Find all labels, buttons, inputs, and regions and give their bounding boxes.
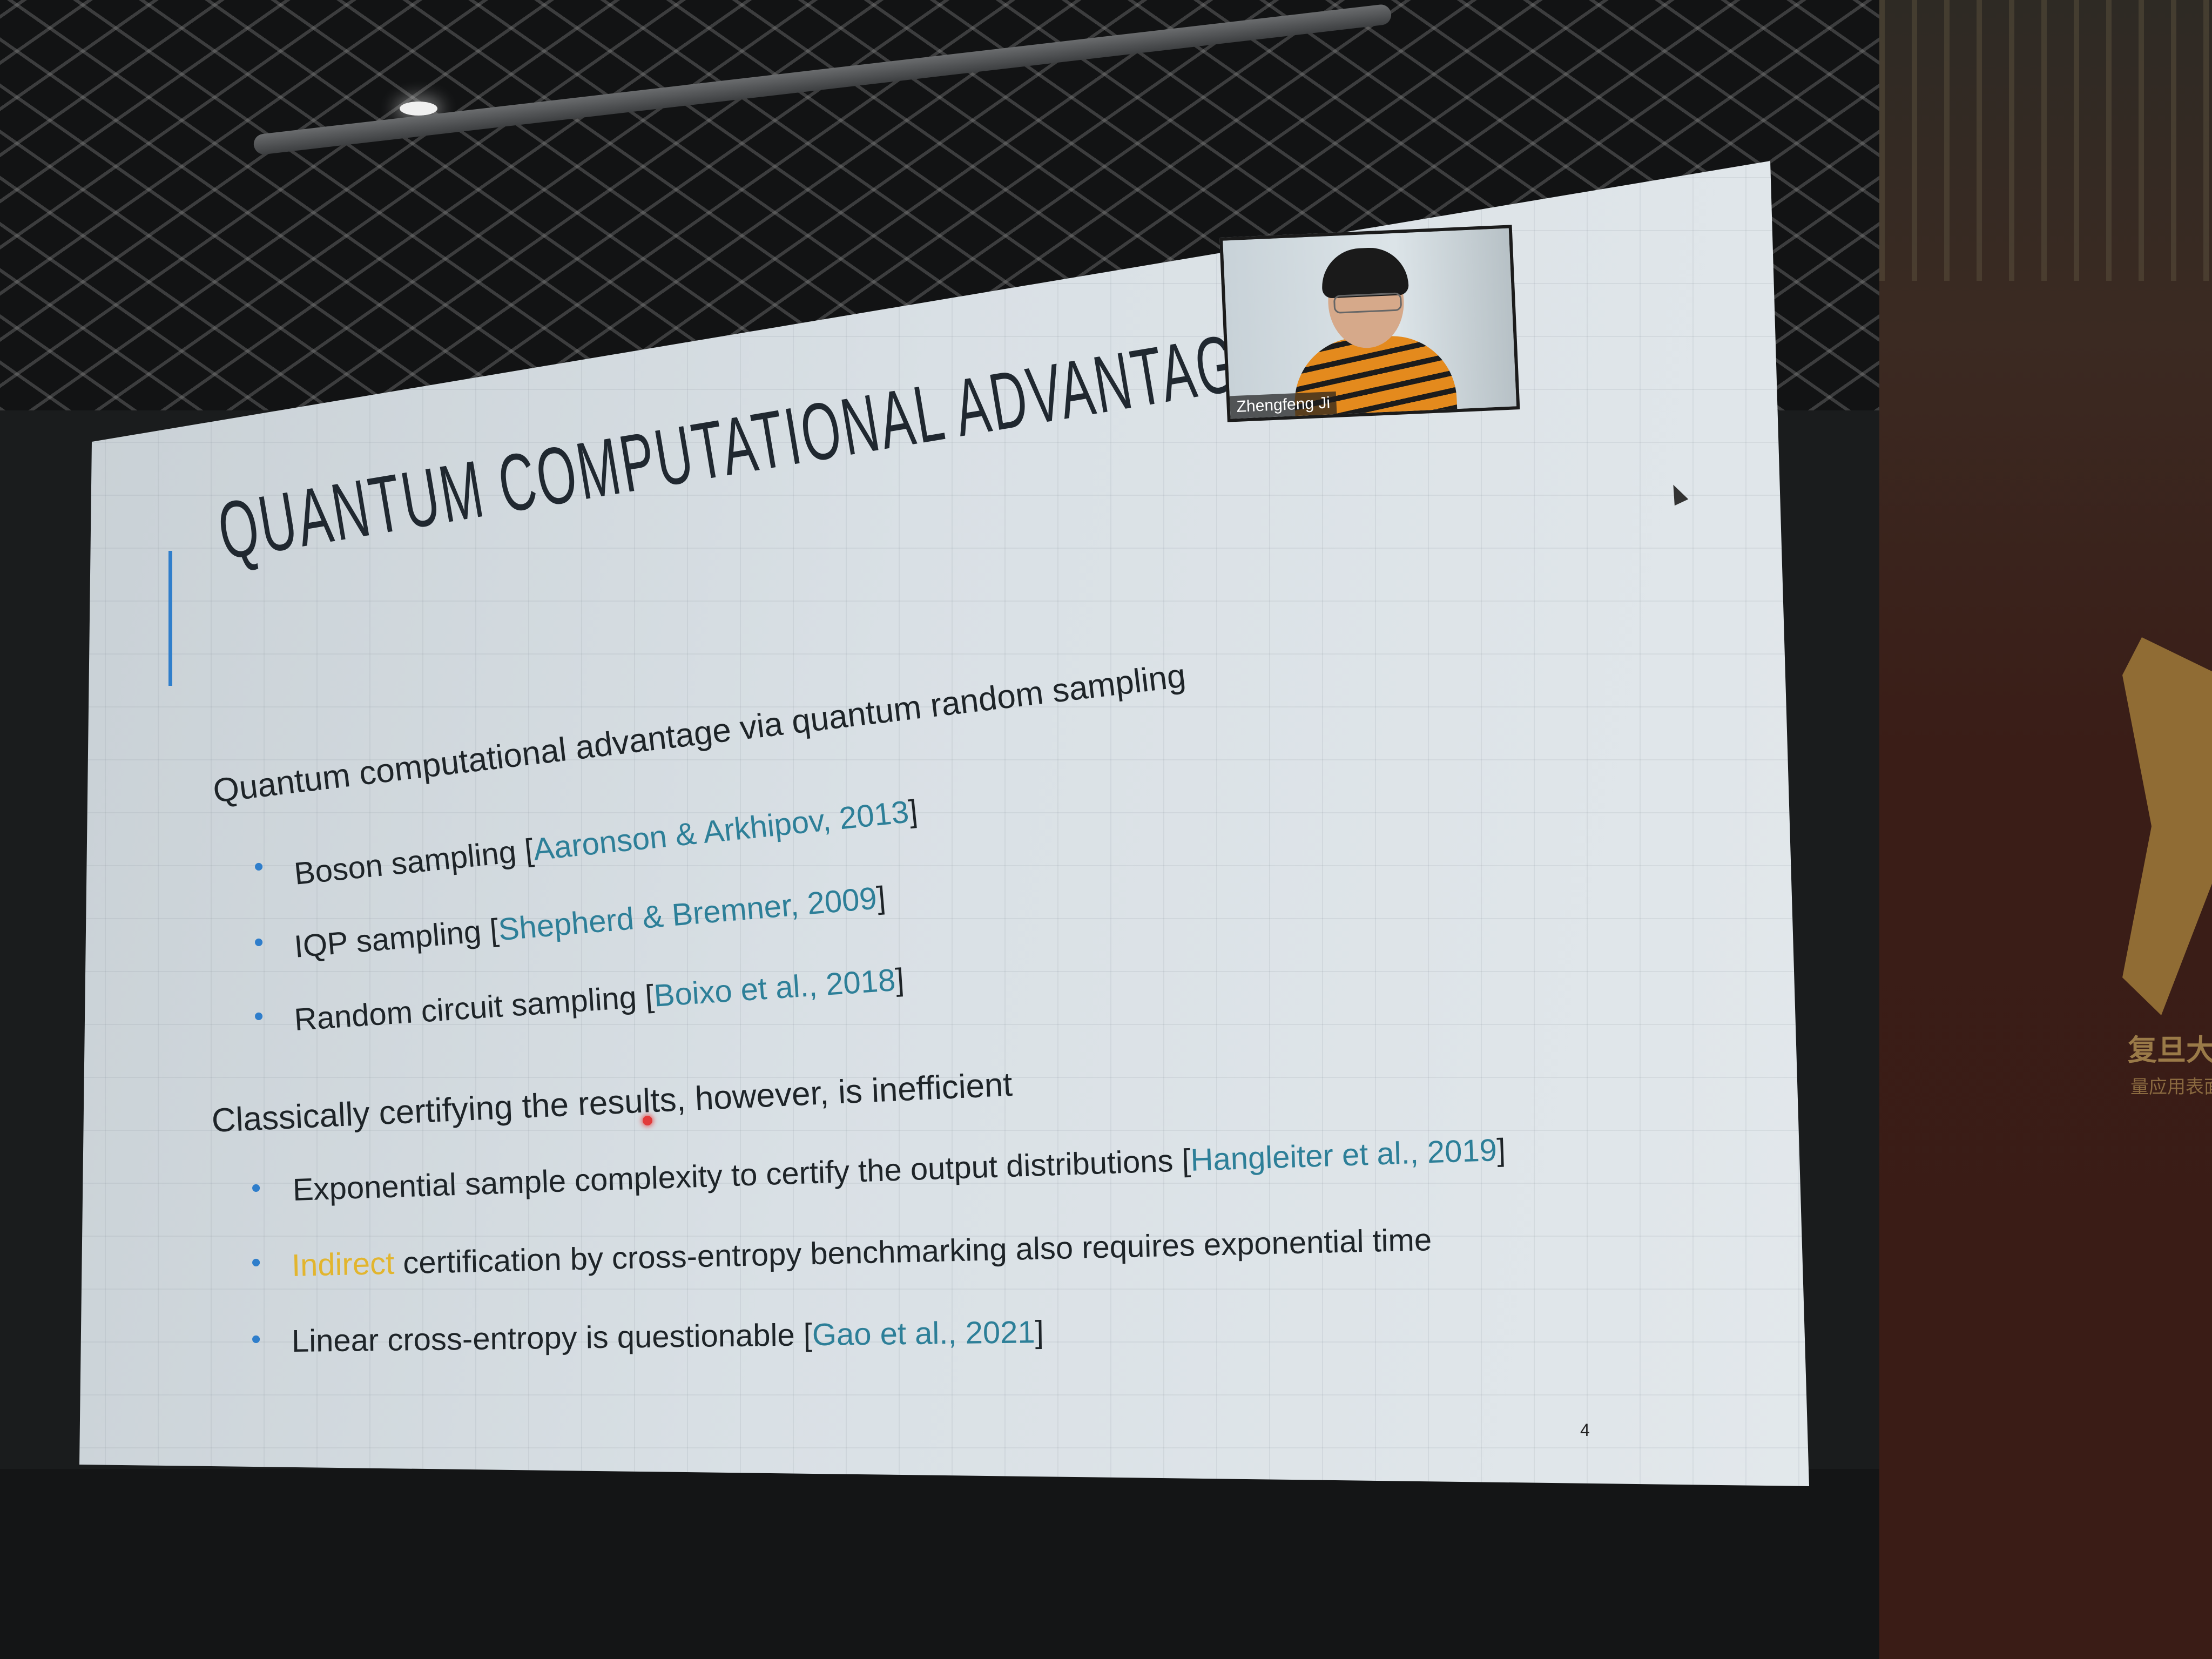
mouse-pointer-icon: [1666, 481, 1689, 506]
wall-text: 复旦大学: [2128, 1033, 2212, 1067]
section-heading-sampling: Quantum computational advantage via quan…: [211, 657, 1188, 810]
title-accent-bar: [168, 551, 172, 686]
citation-link[interactable]: Hangleiter et al., 2019: [1190, 1132, 1498, 1178]
list-item: Indirect certification by cross-entropy …: [291, 1222, 1432, 1283]
floor-area: [0, 1469, 1879, 1659]
list-item: Boson sampling [Aaronson & Arkhipov, 201…: [292, 793, 920, 892]
citation-link[interactable]: Boixo et al., 2018: [653, 962, 897, 1014]
participant-glasses: [1333, 292, 1402, 314]
participant-video[interactable]: Zhengfeng Ji: [1219, 225, 1520, 422]
section-heading-certification: Classically certifying the results, howe…: [211, 1065, 1014, 1139]
list-item: IQP sampling [Shepherd & Bremner, 2009]: [293, 880, 887, 965]
bullet-icon: •: [251, 1324, 261, 1355]
citation-link[interactable]: Gao et al., 2021: [812, 1314, 1035, 1352]
bullet-icon: •: [251, 1247, 261, 1278]
bullet-icon: •: [251, 1172, 261, 1204]
list-item: Random circuit sampling [Boixo et al., 2…: [293, 962, 906, 1037]
list-item: Exponential sample complexity to certify…: [292, 1132, 1506, 1208]
bullet-icon: •: [254, 851, 264, 882]
list-item: Linear cross-entropy is questionable [Ga…: [291, 1314, 1044, 1359]
participant-name-label: Zhengfeng Ji: [1229, 391, 1337, 419]
bullet-icon: •: [254, 1001, 264, 1032]
wall-panels: [1879, 0, 2212, 281]
laser-pointer-dot: [643, 1116, 652, 1125]
ceiling-light: [400, 102, 437, 116]
citation-link[interactable]: Aaronson & Arkhipov, 2013: [531, 794, 911, 867]
slide-page-number: 4: [1580, 1420, 1590, 1440]
bullet-icon: •: [254, 927, 264, 958]
citation-link[interactable]: Shepherd & Bremner, 2009: [497, 881, 878, 948]
wall-subtext: 量应用表面: [2130, 1076, 2212, 1098]
highlighted-word: Indirect: [291, 1245, 395, 1283]
